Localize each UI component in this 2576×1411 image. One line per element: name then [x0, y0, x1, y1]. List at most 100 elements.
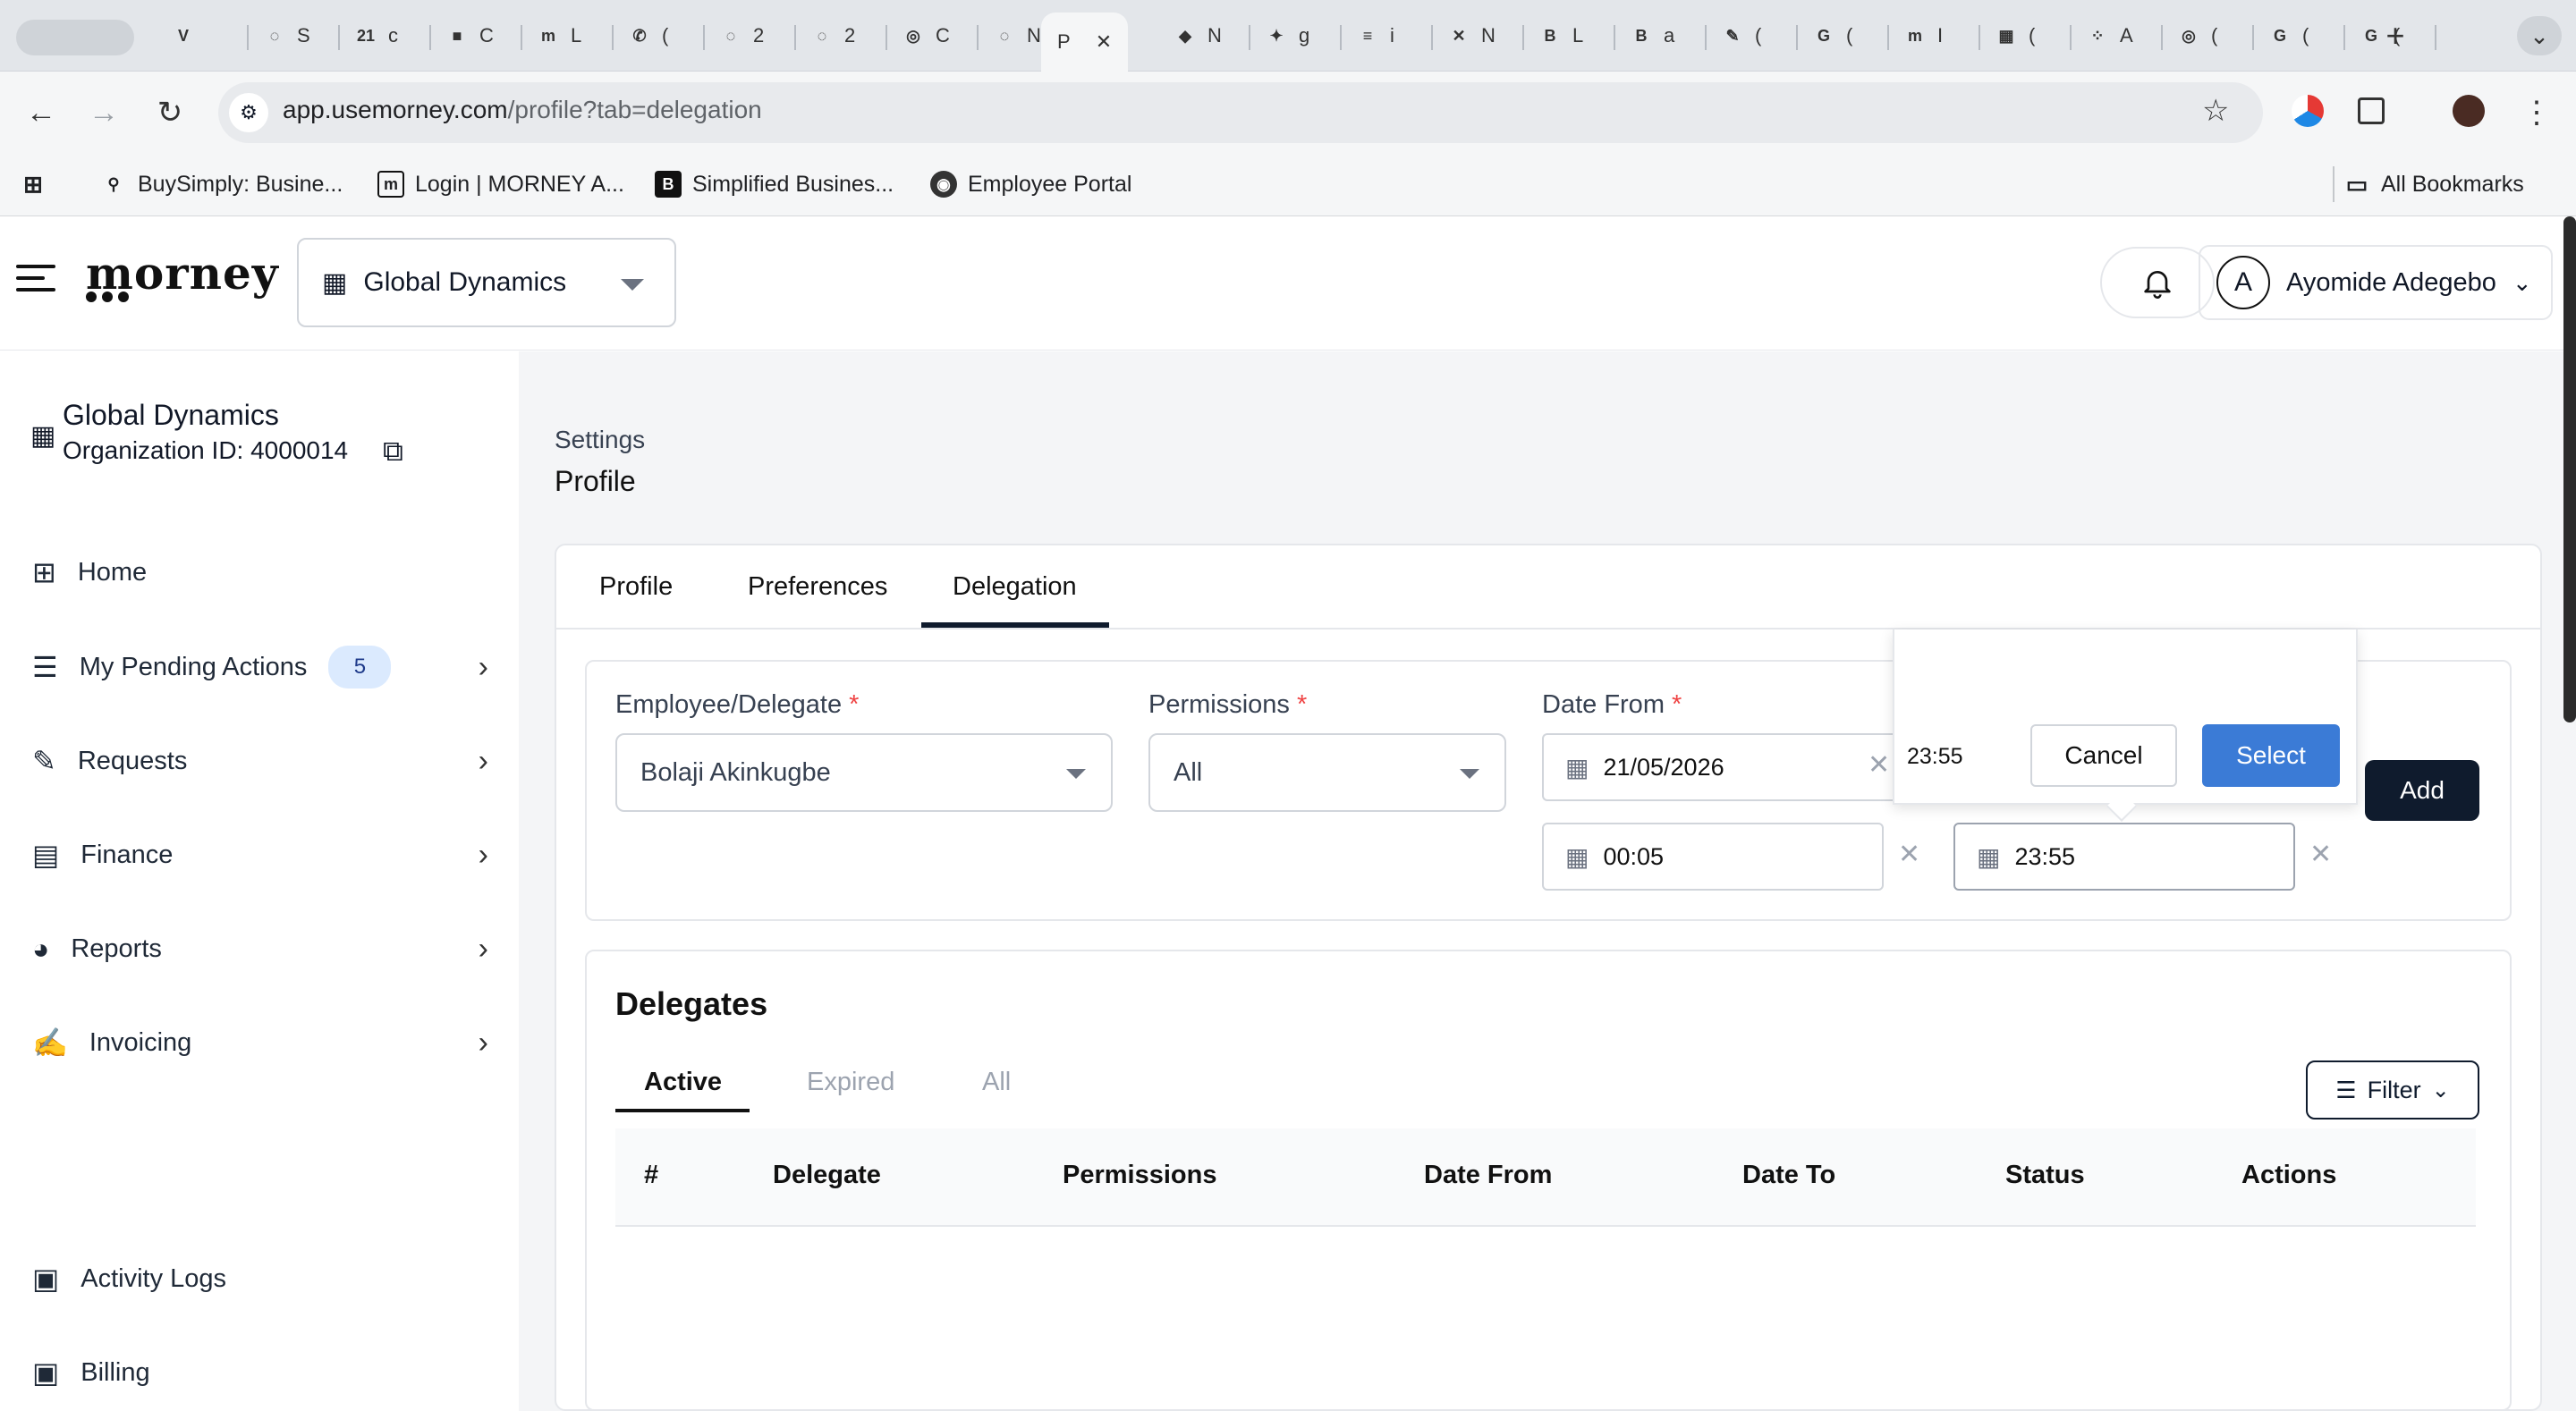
sidebar-item-pending-actions[interactable]: ☰ My Pending Actions 5 ›	[32, 642, 488, 692]
browser-tab[interactable]: ◆ N	[1172, 13, 1222, 59]
browser-tab[interactable]: ◌ N	[991, 13, 1041, 59]
sidebar-item-label: My Pending Actions	[79, 652, 308, 681]
clear-time-to-icon[interactable]: ✕	[2309, 839, 2332, 870]
bookmark-star-icon[interactable]: ☆	[2202, 93, 2229, 129]
sidebar-item-requests[interactable]: ✎ Requests ›	[32, 736, 488, 786]
tab-favicon-icon: G	[1817, 26, 1830, 45]
browser-tab[interactable]: ◌ 2	[809, 13, 856, 59]
sidebar-item-invoicing[interactable]: ✍ Invoicing ›	[32, 1018, 488, 1068]
tab-favicon-icon: G	[2273, 26, 2286, 45]
browser-tab[interactable]: ≡ i	[1354, 13, 1394, 59]
tab-title: N	[1208, 24, 1222, 46]
site-info-icon[interactable]: ⚙	[229, 93, 268, 132]
time-picker-cancel-button[interactable]: Cancel	[2030, 724, 2177, 787]
tab-group-pill[interactable]	[16, 20, 134, 55]
new-tab-button[interactable]: +	[2376, 16, 2415, 55]
browser-tab[interactable]: BL	[1537, 13, 1584, 59]
organization-select[interactable]: ▦ Global Dynamics	[297, 238, 676, 327]
menu-icon[interactable]	[16, 265, 55, 300]
time-picker-select-button[interactable]: Select	[2202, 724, 2340, 787]
sidebar-item-home[interactable]: ⊞ Home	[32, 547, 488, 597]
browser-tab[interactable]: 21 c	[352, 13, 398, 59]
reload-icon[interactable]: ↻	[150, 93, 190, 132]
notifications-button[interactable]	[2100, 247, 2215, 318]
time-to-input[interactable]: ▦ 23:55	[1953, 823, 2295, 891]
tab-separator	[521, 25, 522, 50]
apps-grid-icon[interactable]: ⊞	[20, 165, 47, 204]
sidebar-item-finance[interactable]: ▤ Finance ›	[32, 830, 488, 880]
clear-time-from-icon[interactable]: ✕	[1898, 839, 1920, 870]
sidebar-item-activity-logs[interactable]: ▣ Activity Logs	[32, 1254, 488, 1304]
tab-title: C	[936, 24, 950, 46]
browser-tab[interactable]: ✎(	[1719, 13, 1761, 59]
tab-title: C	[479, 24, 494, 46]
browser-tab[interactable]: ◌ S	[261, 13, 310, 59]
browser-tab[interactable]: ◌ 2	[717, 13, 765, 59]
browser-tab[interactable]: ⁘ A	[2084, 13, 2133, 59]
chevron-right-icon: ›	[478, 931, 488, 966]
bookmark-morney-login[interactable]: m Login | MORNEY A...	[377, 165, 624, 204]
tab-search-button[interactable]: ⌄	[2517, 16, 2562, 55]
date-from-label: Date From *	[1542, 690, 1682, 719]
tab-title: c	[388, 24, 398, 46]
profile-avatar-icon[interactable]	[2453, 95, 2485, 127]
sidebar-item-label: Reports	[71, 934, 162, 963]
tab-profile[interactable]: Profile	[599, 572, 673, 602]
tab-separator	[1431, 25, 1433, 50]
copy-icon[interactable]: ⧉	[383, 435, 403, 469]
time-from-input[interactable]: ▦ 00:05	[1542, 823, 1884, 891]
chevron-right-icon: ›	[478, 837, 488, 872]
browser-tab[interactable]: V	[170, 13, 206, 59]
tab-title: A	[2120, 24, 2133, 46]
subtab-active[interactable]: Active	[644, 1068, 722, 1097]
extensions-puzzle-icon[interactable]	[2358, 97, 2385, 124]
browser-tab[interactable]: mL	[535, 13, 581, 59]
tab-title: (	[2029, 24, 2036, 46]
employee-select[interactable]: Bolaji Akinkugbe	[615, 733, 1113, 812]
browser-tab-active[interactable]: P ✕	[1041, 13, 1129, 72]
forward-icon[interactable]: →	[84, 93, 123, 132]
close-tab-icon[interactable]: ✕	[1096, 30, 1112, 54]
browser-tab[interactable]: G(	[1810, 13, 1852, 59]
browser-tab[interactable]: Ba	[1628, 13, 1675, 59]
bookmark-buysimply[interactable]: ⚲ BuySimply: Busine...	[100, 165, 343, 204]
browser-tab[interactable]: ✦ g	[1263, 13, 1309, 59]
caret-down-icon	[621, 279, 644, 291]
tab-title: I	[1937, 24, 1944, 46]
clear-date-icon[interactable]: ✕	[1868, 749, 1890, 781]
browser-tab[interactable]: ✆(	[626, 13, 668, 59]
chrome-menu-icon[interactable]: ⋮	[2517, 93, 2556, 132]
sidebar-item-billing[interactable]: ▣ Billing	[32, 1348, 488, 1398]
back-icon[interactable]: ←	[21, 93, 61, 132]
browser-tab[interactable]: mI	[1902, 13, 1943, 59]
tab-preferences[interactable]: Preferences	[748, 572, 887, 602]
all-bookmarks[interactable]: ▭ All Bookmarks	[2343, 165, 2524, 204]
date-from-input[interactable]: ▦ 21/05/2026	[1542, 733, 1900, 801]
browser-tab[interactable]: ◎ C	[900, 13, 950, 59]
browser-tab[interactable]: G(	[2267, 13, 2309, 59]
filter-button[interactable]: ☰ Filter ⌄	[2306, 1060, 2479, 1120]
extension-icon[interactable]	[2292, 95, 2324, 127]
subtab-expired[interactable]: Expired	[807, 1068, 894, 1097]
tab-title: N	[1027, 24, 1041, 46]
url-text[interactable]: app.usemorney.com/profile?tab=delegation	[283, 96, 762, 124]
browser-tab[interactable]: ▦(	[1993, 13, 2035, 59]
browser-tab[interactable]: ◎(	[2175, 13, 2217, 59]
tab-separator	[1887, 25, 1889, 50]
avatar: A	[2216, 256, 2270, 309]
page-scrollbar[interactable]	[2563, 216, 2576, 722]
permissions-select[interactable]: All	[1148, 733, 1506, 812]
bookmark-simplified[interactable]: B Simplified Busines...	[655, 165, 894, 204]
tab-separator	[703, 25, 705, 50]
sidebar-item-label: Billing	[80, 1357, 150, 1387]
tab-delegation[interactable]: Delegation	[953, 572, 1077, 602]
user-menu[interactable]: A Ayomide Adegebo ⌄	[2199, 245, 2553, 320]
tab-title: 2	[844, 24, 856, 46]
browser-tab[interactable]: ✕ N	[1445, 13, 1495, 59]
url-host: app.usemorney.com	[283, 96, 508, 123]
browser-tab[interactable]: ■ C	[444, 13, 494, 59]
subtab-all[interactable]: All	[982, 1068, 1011, 1097]
add-delegate-button[interactable]: Add	[2365, 760, 2479, 821]
bookmark-employee-portal[interactable]: ◉ Employee Portal	[930, 165, 1131, 204]
sidebar-item-reports[interactable]: ◕ Reports ›	[32, 924, 488, 974]
